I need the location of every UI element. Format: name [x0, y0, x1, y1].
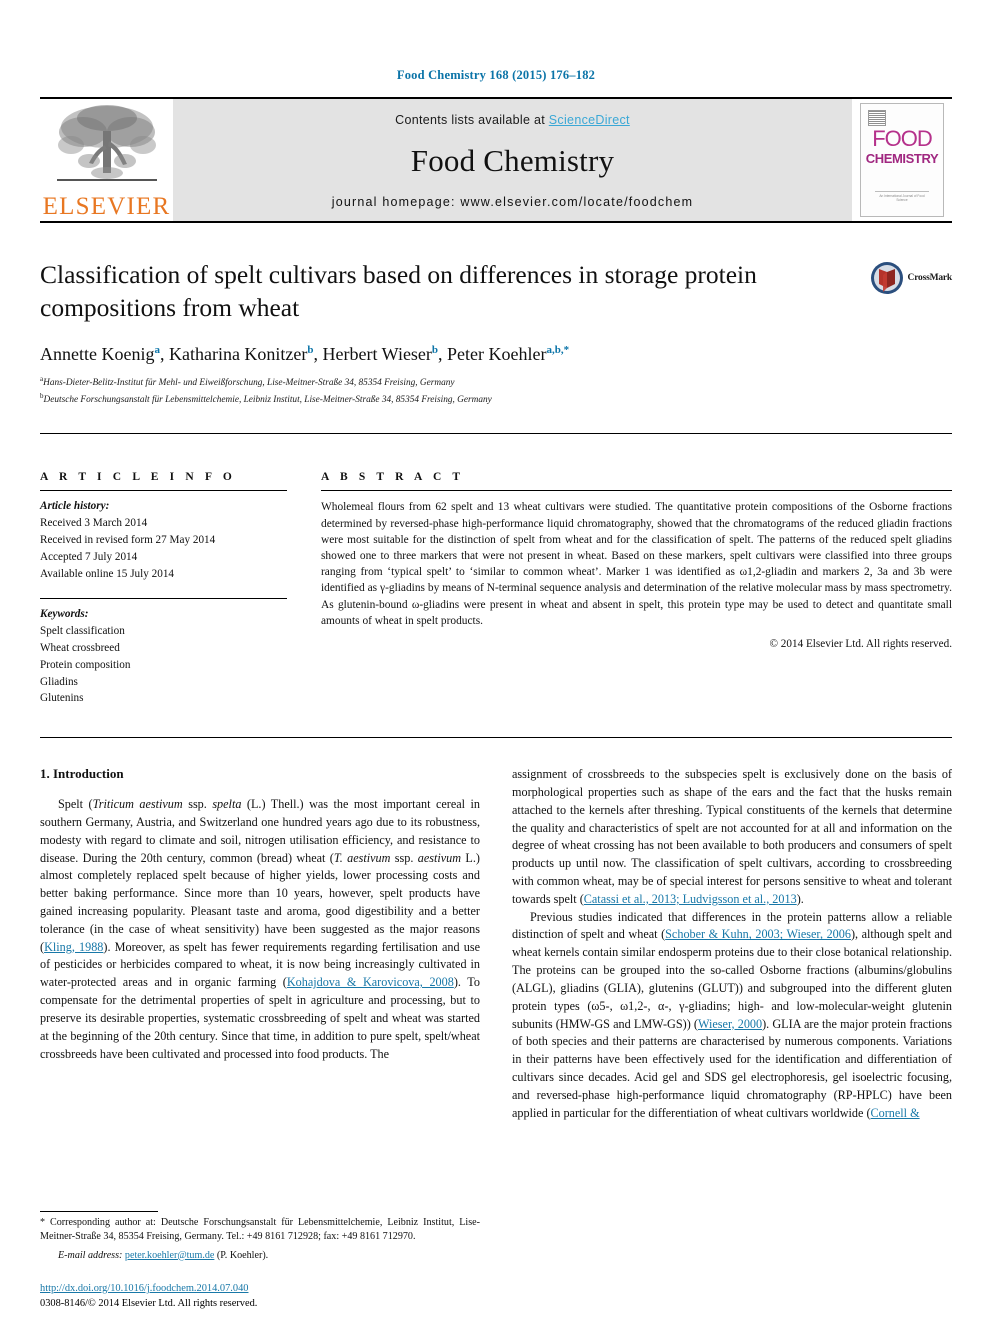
elsevier-tree-icon	[56, 105, 157, 181]
keyword-item: Wheat crossbreed	[40, 641, 120, 654]
journal-homepage-line[interactable]: journal homepage: www.elsevier.com/locat…	[332, 195, 694, 209]
text-run: ), although spelt and wheat kernels cont…	[512, 927, 952, 1031]
keyword-item: Glutenins	[40, 692, 84, 705]
article-info-heading: A R T I C L E I N F O	[40, 471, 236, 484]
email-suffix: (P. Koehler).	[214, 1249, 269, 1261]
citation-link[interactable]: Kling, 1988	[44, 940, 103, 954]
body-paragraph: Previous studies indicated that differen…	[512, 909, 952, 1123]
citation-link[interactable]: Schober & Kuhn, 2003; Wieser, 2006	[665, 927, 851, 941]
text-run: ssp.	[182, 797, 213, 812]
keyword-item: Protein composition	[40, 658, 131, 671]
author-list: Annette Koeniga, Katharina Konitzerb, He…	[40, 344, 952, 365]
species-name: aestivum	[417, 850, 462, 865]
journal-cover-thumbnail: FOOD CHEMISTRY An International Journal …	[860, 103, 944, 217]
footnote-rule	[40, 1211, 158, 1212]
author-affil-marker[interactable]: a,b,	[547, 344, 564, 356]
abstract-text: Wholemeal flours from 62 spelt and 13 wh…	[321, 501, 952, 627]
text-run: assignment of crossbreeds to the subspec…	[512, 767, 952, 906]
cover-footer-text: An International Journal of Food Science	[875, 191, 929, 202]
body-paragraph: Spelt (Triticum aestivum ssp. spelta (L.…	[40, 796, 480, 1063]
body-columns: 1. Introduction Spelt (Triticum aestivum…	[40, 766, 952, 1311]
doi-link[interactable]: http://dx.doi.org/10.1016/j.foodchem.201…	[40, 1283, 248, 1294]
text-run: ).	[796, 891, 804, 906]
affiliation-text: Hans-Dieter-Belitz-Institut für Mehl- un…	[43, 378, 455, 389]
cover-title-chemistry: CHEMISTRY	[865, 151, 939, 166]
page-title: Classification of spelt cultivars based …	[40, 260, 757, 322]
history-item: Accepted 7 July 2014	[40, 550, 138, 563]
email-link[interactable]: peter.koehler@tum.de	[125, 1250, 214, 1261]
citation-link[interactable]: Wieser, 2000	[698, 1017, 762, 1031]
body-right-column: assignment of crossbreeds to the subspec…	[512, 766, 952, 1311]
journal-banner-center: Contents lists available at ScienceDirec…	[173, 99, 852, 221]
abstract-heading: A B S T R A C T	[321, 471, 465, 484]
info-abstract-section: A R T I C L E I N F O Article history: R…	[40, 462, 952, 731]
keyword-item: Spelt classification	[40, 625, 125, 638]
species-name: T. aestivum	[333, 850, 391, 865]
article-history-label: Article history:	[40, 500, 110, 513]
crossmark-label: CrossMark	[907, 273, 953, 283]
title-block: CrossMark Classification of spelt cultiv…	[40, 259, 952, 407]
cover-title-food: FOOD	[872, 126, 933, 151]
author-name: Herbert Wieser	[322, 344, 432, 365]
author-separator: ,	[159, 344, 169, 365]
species-name: spelta	[212, 797, 242, 812]
history-item: Received in revised form 27 May 2014	[40, 533, 216, 546]
running-head: Food Chemistry 168 (2015) 176–182	[396, 68, 596, 82]
doi-block: http://dx.doi.org/10.1016/j.foodchem.201…	[40, 1281, 480, 1311]
author-name: Peter Koehler	[447, 344, 547, 365]
affiliation-text: Deutsche Forschungsanstalt für Lebensmit…	[43, 394, 492, 405]
text-run: Spelt (	[58, 797, 93, 812]
email-note: E-mail address: peter.koehler@tum.de (P.…	[40, 1249, 480, 1263]
text-run: ). GLIA are the major protein fractions …	[512, 1016, 952, 1120]
contents-prefix: Contents lists available at	[395, 113, 549, 127]
body-left-column: 1. Introduction Spelt (Triticum aestivum…	[40, 766, 480, 1311]
abstract-bottom-rule	[40, 737, 952, 739]
cover-masthead-icon	[868, 110, 886, 126]
body-paragraph: assignment of crossbreeds to the subspec…	[512, 766, 952, 909]
journal-title: Food Chemistry	[410, 143, 615, 178]
author-name: Annette Koenig	[40, 344, 155, 365]
history-item: Available online 15 July 2014	[40, 567, 175, 580]
citation-link[interactable]: Cornell &	[871, 1106, 920, 1120]
article-info-column: A R T I C L E I N F O Article history: R…	[40, 462, 287, 723]
email-label: E-mail address:	[58, 1249, 123, 1261]
article-page: Food Chemistry 168 (2015) 176–182 ELSEVI…	[0, 0, 992, 1323]
elsevier-wordmark: ELSEVIER	[42, 193, 171, 220]
elsevier-logo: ELSEVIER	[40, 99, 173, 221]
text-run: ssp.	[390, 850, 418, 865]
abstract-column: A B S T R A C T Wholemeal flours from 62…	[321, 462, 952, 723]
keywords-group: Keywords: Spelt classification Wheat cro…	[40, 599, 287, 723]
contents-line: Contents lists available at ScienceDirec…	[395, 113, 630, 127]
footnote-block: * Corresponding author at: Deutsche Fors…	[40, 1211, 480, 1311]
banner-bottom-rule	[40, 221, 952, 223]
journal-cover-container: FOOD CHEMISTRY An International Journal …	[852, 99, 952, 221]
citation-link[interactable]: Kohajdova & Karovicova, 2008	[287, 975, 454, 989]
author-separator: ,	[313, 344, 323, 365]
text-run: L.) almost completely replaced spelt bec…	[40, 850, 480, 954]
keywords-label: Keywords:	[40, 608, 89, 621]
abstract-copyright: © 2014 Elsevier Ltd. All rights reserved…	[769, 637, 953, 650]
history-item: Received 3 March 2014	[40, 517, 148, 530]
corresponding-author-marker[interactable]: *	[564, 344, 570, 356]
journal-banner: ELSEVIER Contents lists available at Sci…	[40, 99, 952, 221]
author-name: Katharina Konitzer	[168, 344, 308, 365]
info-section-top-rule	[40, 433, 952, 435]
citation-link[interactable]: Catassi et al., 2013; Ludvigsson et al.,…	[584, 892, 797, 906]
crossmark-icon	[870, 262, 903, 294]
affiliation-item: bDeutsche Forschungsanstalt für Lebensmi…	[40, 391, 952, 408]
section-heading-introduction: 1. Introduction	[40, 766, 124, 782]
crossmark-badge[interactable]: CrossMark	[870, 261, 952, 295]
issn-copyright-line: 0308-8146/© 2014 Elsevier Ltd. All right…	[40, 1298, 258, 1310]
species-name: Triticum aestivum	[92, 797, 183, 812]
author-separator: ,	[438, 344, 448, 365]
affiliation-list: aHans-Dieter-Belitz-Institut für Mehl- u…	[40, 374, 952, 407]
corresponding-author-note: * Corresponding author at: Deutsche Fors…	[40, 1216, 480, 1245]
sciencedirect-link[interactable]: ScienceDirect	[549, 113, 630, 127]
article-history-group: Article history: Received 3 March 2014 R…	[40, 491, 287, 582]
affiliation-item: aHans-Dieter-Belitz-Institut für Mehl- u…	[40, 374, 952, 391]
footnote-text: Corresponding author at: Deutsche Forsch…	[40, 1217, 480, 1243]
keyword-item: Gliadins	[40, 675, 78, 688]
